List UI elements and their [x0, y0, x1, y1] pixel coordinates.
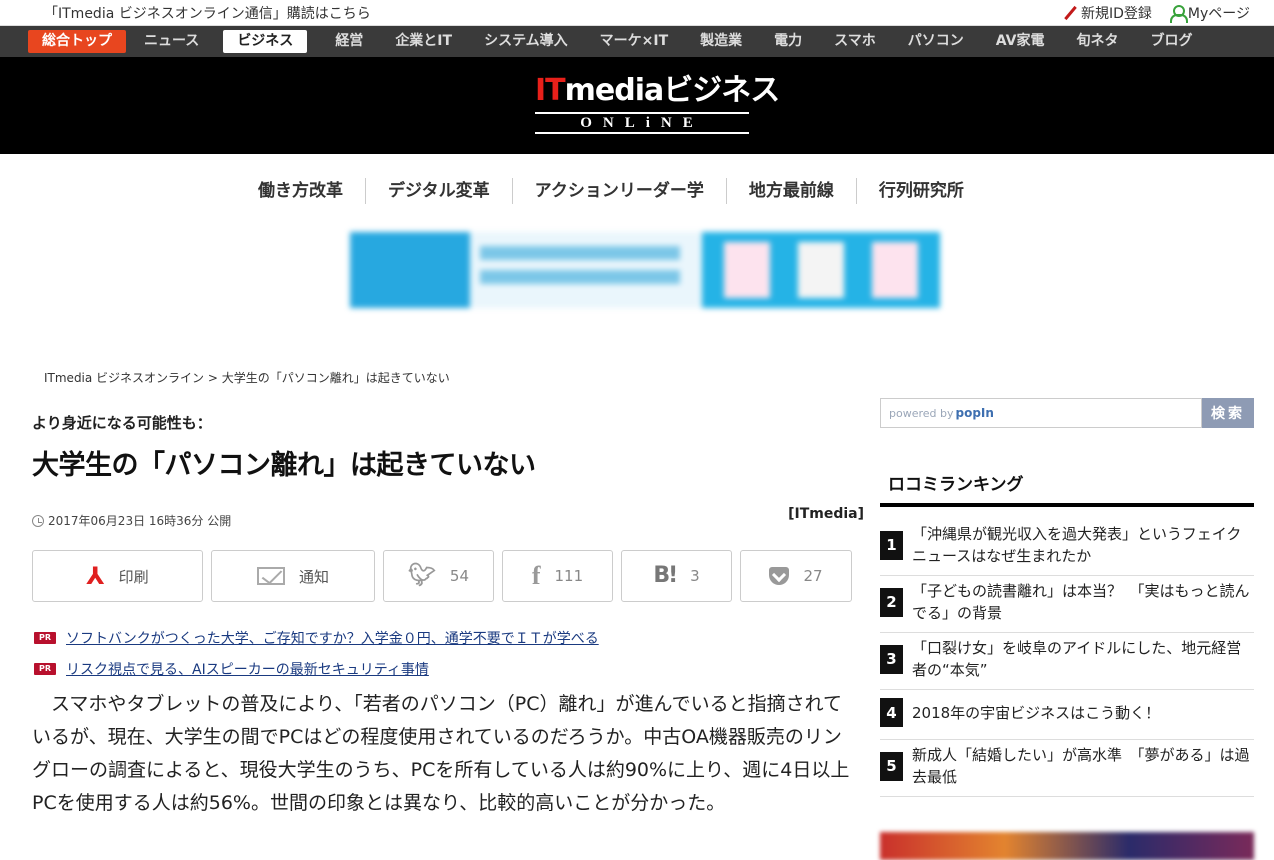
print-button[interactable]: ⅄ 印刷 [32, 550, 203, 602]
nav-item-smartphone[interactable]: スマホ [818, 30, 892, 53]
rank-number: 1 [880, 530, 903, 560]
account-links: 新規ID登録 Myページ [1063, 3, 1250, 23]
pen-icon [1063, 6, 1077, 20]
nav-item-management[interactable]: 経営 [319, 30, 379, 53]
twitter-share-button[interactable]: 🐦︎ 54 [383, 550, 494, 602]
search-button[interactable]: 検索 [1202, 398, 1254, 428]
site-header: ITmediaビジネス ONLiNE [0, 57, 1274, 154]
facebook-icon: f [531, 561, 541, 590]
feature-link-digital[interactable]: デジタル変革 [365, 178, 512, 204]
ranking-item[interactable]: 4 2018年の宇宙ビジネスはこう動く！ [880, 690, 1254, 740]
notify-label: 通知 [298, 567, 329, 586]
feature-nav: 働き方改革 デジタル変革 アクションリーダー学 地方最前線 行列研究所 [236, 178, 986, 204]
user-icon [1169, 5, 1188, 23]
ad-banner[interactable] [350, 232, 940, 308]
site-search: powered by popIn 検索 [880, 398, 1254, 428]
breadcrumb[interactable]: ITmedia ビジネスオンライン > 大学生の「パソコン離れ」は起きていない [44, 369, 450, 386]
feature-link-action-leader[interactable]: アクションリーダー学 [511, 178, 726, 204]
nav-item-enterprise-it[interactable]: 企業とIT [379, 30, 468, 53]
rank-number: 5 [880, 751, 903, 781]
ranking-item[interactable]: 1 「沖縄県が観光収入を過大発表」というフェイクニュースはなぜ生まれたか [880, 519, 1254, 576]
rank-number: 4 [880, 698, 903, 727]
logo-it: IT [535, 73, 566, 108]
ranking-heading: ロコミランキング [880, 470, 1254, 507]
notify-button[interactable]: 通知 [211, 550, 375, 602]
hatena-count: 3 [690, 567, 700, 585]
pr-links: PR ソフトバンクがつくった大学、ご存知ですか？入学金０円、通学不要でＩＴが学べ… [34, 628, 599, 690]
feature-link-regional[interactable]: 地方最前線 [725, 178, 856, 204]
clock-icon [32, 514, 44, 527]
facebook-count: 111 [554, 567, 584, 585]
rank-title: 「口裂け女」を岐阜のアイドルにした、地元経営者の“本気” [912, 639, 1242, 679]
search-powered-by: powered by [889, 406, 954, 420]
pr-item: PR ソフトバンクがつくった大学、ご存知ですか？入学金０円、通学不要でＩＴが学べ… [34, 628, 599, 648]
nav-item-av[interactable]: AV家電 [980, 30, 1061, 53]
nav-item-power[interactable]: 電力 [758, 30, 818, 53]
nav-item-news[interactable]: ニュース [128, 30, 215, 53]
register-link[interactable]: 新規ID登録 [1063, 3, 1152, 23]
facebook-share-button[interactable]: f 111 [502, 550, 613, 602]
hatena-bookmark-icon: B! [653, 563, 678, 588]
pocket-count: 27 [803, 567, 823, 585]
register-label: 新規ID登録 [1080, 6, 1152, 22]
rank-title: 「沖縄県が観光収入を過大発表」というフェイクニュースはなぜ生まれたか [912, 525, 1242, 565]
twitter-count: 54 [449, 567, 470, 585]
rank-title: 2018年の宇宙ビジネスはこう動く！ [912, 703, 1161, 722]
nav-item-manufacturing[interactable]: 製造業 [684, 30, 758, 53]
rank-number: 3 [880, 644, 903, 674]
article: より身近になる可能性も： 大学生の「パソコン離れ」は起きていない 2017年06… [32, 400, 864, 814]
site-logo[interactable]: ITmediaビジネス ONLiNE [535, 73, 780, 134]
publish-date: 2017年06月23日 16時36分 公開 [32, 512, 231, 529]
pr-badge: PR [34, 632, 56, 644]
nav-item-pc[interactable]: パソコン [892, 30, 980, 53]
nav-item-business[interactable]: ビジネス [223, 30, 308, 53]
newsletter-subscribe-link[interactable]: 「ITmedia ビジネスオンライン通信」購読はこちら [44, 3, 371, 23]
publish-date-text: 2017年06月23日 16時36分 公開 [48, 514, 232, 528]
main-nav: 総合トップ ニュース ビジネス 経営 企業とIT システム導入 マーケ×IT 製… [0, 26, 1274, 57]
logo-online: ONLiNE [535, 112, 749, 134]
pr-link[interactable]: リスク視点で見る、AIスピーカーの最新セキュリティ事情 [66, 659, 429, 679]
feature-link-queue-lab[interactable]: 行列研究所 [855, 178, 986, 204]
pocket-share-button[interactable]: 27 [740, 550, 852, 602]
article-title: 大学生の「パソコン離れ」は起きていない [32, 450, 536, 481]
pocket-icon [769, 567, 790, 585]
ranking-item[interactable]: 3 「口裂け女」を岐阜のアイドルにした、地元経営者の“本気” [880, 633, 1254, 690]
pr-badge: PR [34, 663, 56, 675]
utility-bar: 「ITmedia ビジネスオンライン通信」購読はこちら 新規ID登録 Myページ [0, 0, 1274, 26]
rank-title: 新成人「結婚したい」が高水準 「夢がある」は過去最低 [912, 746, 1250, 786]
print-label: 印刷 [118, 567, 149, 586]
ranking-list: 1 「沖縄県が観光収入を過大発表」というフェイクニュースはなぜ生まれたか 2 「… [880, 519, 1254, 797]
mypage-link[interactable]: Myページ [1169, 3, 1250, 23]
nav-item-system[interactable]: システム導入 [468, 30, 584, 53]
pr-item: PR リスク視点で見る、AIスピーカーの最新セキュリティ事情 [34, 659, 599, 679]
hatena-share-button[interactable]: B! 3 [621, 550, 732, 602]
ranking-item[interactable]: 5 新成人「結婚したい」が高水準 「夢がある」は過去最低 [880, 740, 1254, 797]
article-body: スマホやタブレットの普及により、「若者のパソコン（PC）離れ」が進んでいると指摘… [32, 693, 850, 814]
rank-number: 2 [880, 587, 903, 617]
share-bar: ⅄ 印刷 通知 🐦︎ 54 f 111 B! 3 27 [32, 550, 852, 602]
feature-link-work-reform[interactable]: 働き方改革 [236, 178, 365, 204]
article-source: [ITmedia] [788, 506, 864, 522]
ranking-item[interactable]: 2 「子どもの読書離れ」は本当？ 「実はもっと読んでる」の背景 [880, 576, 1254, 633]
twitter-icon: 🐦︎ [407, 563, 436, 588]
mypage-label: Myページ [1187, 6, 1250, 22]
logo-media: mediaビジネス [564, 73, 781, 108]
pdf-icon: ⅄ [86, 562, 105, 590]
nav-item-blog[interactable]: ブログ [1135, 30, 1209, 53]
nav-item-top[interactable]: 総合トップ [28, 30, 126, 53]
sidebar: powered by popIn 検索 ロコミランキング 1 「沖縄県が観光収入… [880, 398, 1254, 797]
pr-link[interactable]: ソフトバンクがつくった大学、ご存知ですか？入学金０円、通学不要でＩＴが学べる [66, 628, 599, 648]
mail-plus-icon [256, 567, 285, 585]
sidebar-ad[interactable] [880, 832, 1254, 860]
article-kicker: より身近になる可能性も： [32, 414, 212, 432]
rank-title: 「子どもの読書離れ」は本当？ 「実はもっと読んでる」の背景 [912, 582, 1250, 622]
popin-logo: popIn [955, 406, 994, 420]
article-meta: 2017年06月23日 16時36分 公開 [ITmedia] [32, 506, 864, 530]
nav-item-marketing[interactable]: マーケ×IT [584, 30, 685, 53]
nav-item-trend[interactable]: 旬ネタ [1061, 30, 1135, 53]
search-input[interactable]: powered by popIn [880, 398, 1202, 428]
